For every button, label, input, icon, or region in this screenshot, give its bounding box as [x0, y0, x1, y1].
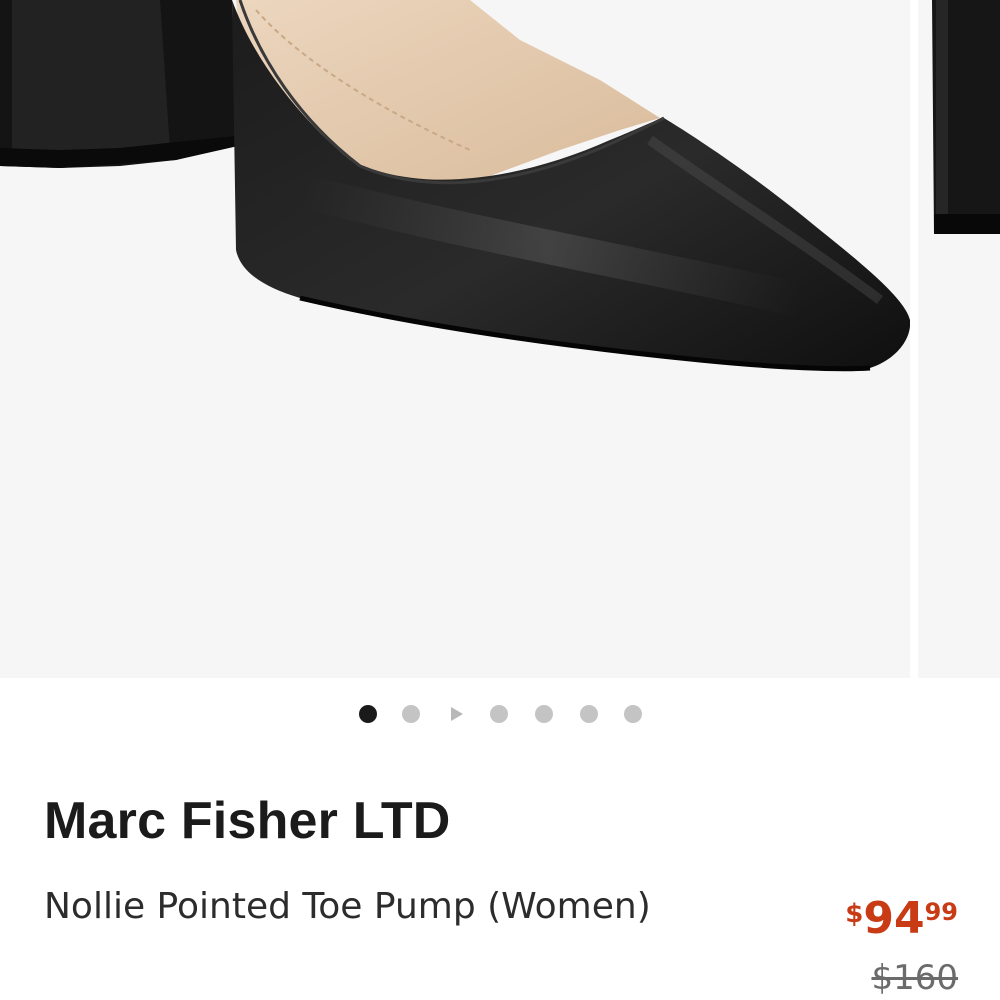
carousel-dot-5[interactable] — [580, 705, 598, 723]
price-cents: 99 — [924, 898, 958, 926]
carousel-dot-6[interactable] — [624, 705, 642, 723]
shoe-image — [0, 0, 910, 372]
next-product-image[interactable] — [918, 0, 1000, 678]
original-price: $160 — [871, 958, 958, 998]
shoe-heel-image — [932, 0, 1000, 234]
price-dollars: 94 — [863, 893, 925, 944]
price-currency: $ — [845, 899, 864, 929]
sale-price: $9499 — [845, 893, 958, 944]
carousel-dot-2[interactable] — [402, 705, 420, 723]
product-page: Marc Fisher LTD Nollie Pointed Toe Pump … — [0, 0, 1000, 1000]
product-brand[interactable]: Marc Fisher LTD — [44, 790, 451, 852]
product-title: Nollie Pointed Toe Pump (Women) — [44, 886, 651, 927]
carousel-dot-1[interactable] — [359, 705, 377, 723]
product-image[interactable] — [0, 0, 910, 678]
carousel-dot-3[interactable] — [490, 705, 508, 723]
product-image-carousel[interactable] — [0, 0, 1000, 678]
carousel-video-play-icon[interactable] — [451, 707, 463, 721]
carousel-pagination — [0, 703, 1000, 725]
carousel-dot-4[interactable] — [535, 705, 553, 723]
